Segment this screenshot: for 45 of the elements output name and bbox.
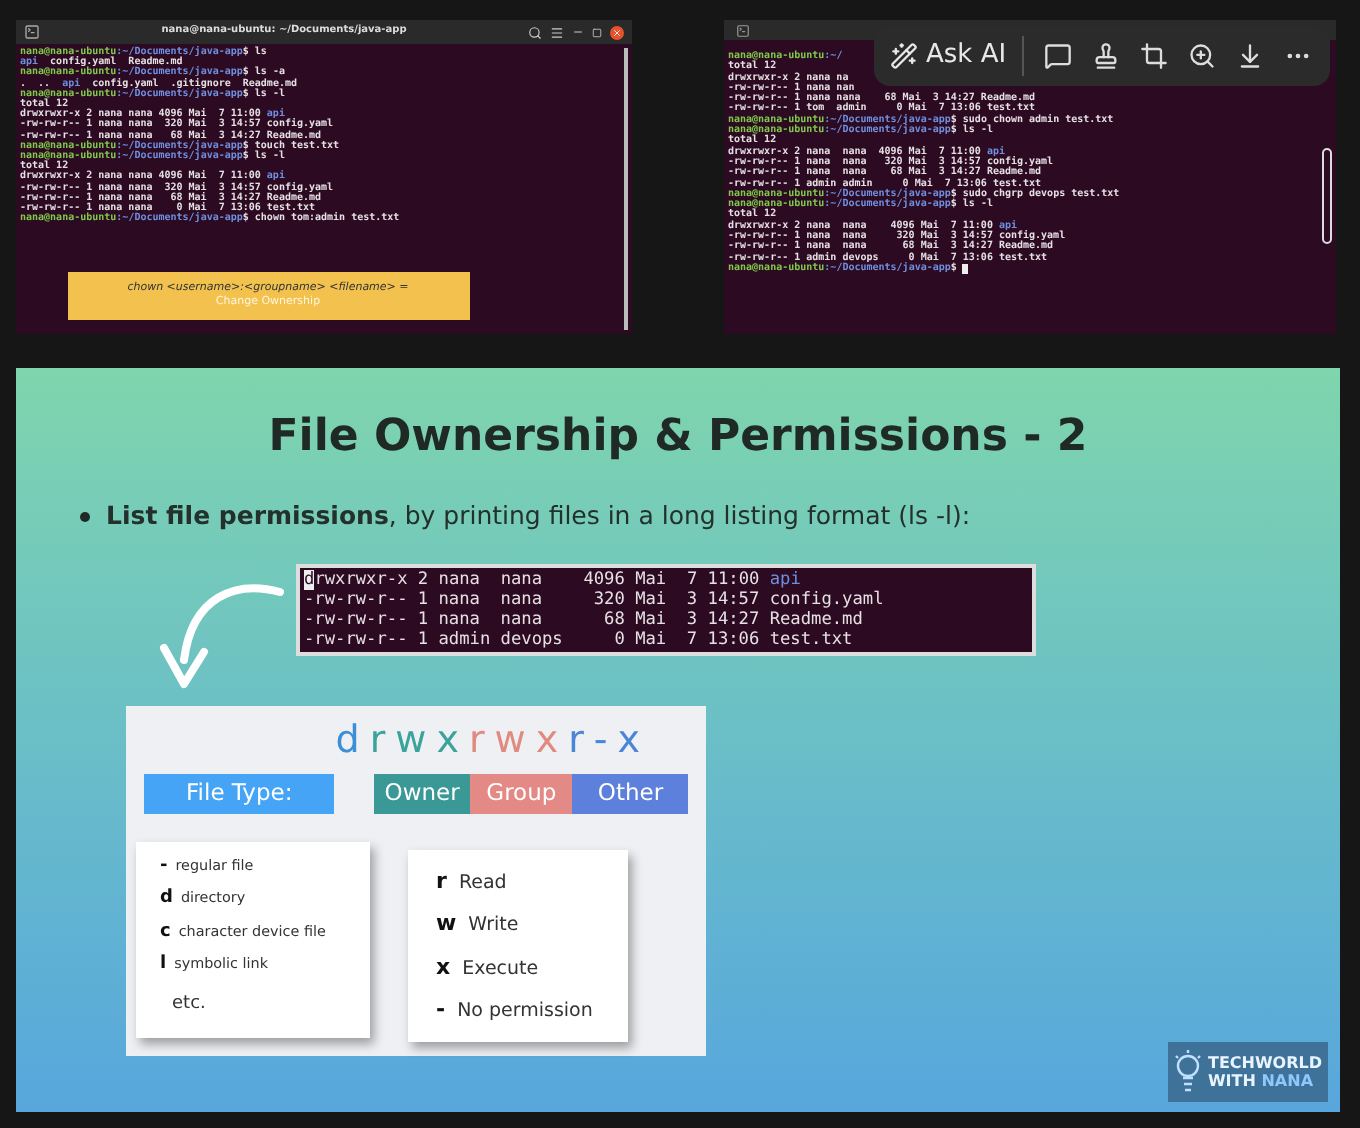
permission-letter: x <box>436 717 459 762</box>
scrollbar[interactable] <box>1322 148 1332 244</box>
permission-letter: w <box>395 717 427 762</box>
menu-icon[interactable] <box>550 25 564 39</box>
category-label: File Type: <box>144 773 335 814</box>
bullet-text: List file permissions, by printing files in a long listing format (ls -l): <box>106 498 971 534</box>
stamp-icon[interactable] <box>1092 42 1121 70</box>
ask-ai-button[interactable]: Ask AI <box>890 36 1025 76</box>
bullet-icon <box>80 511 90 522</box>
permission-letter: w <box>494 717 526 762</box>
logo-text: TECHWORLD <box>1207 1054 1322 1072</box>
permission-letter: - <box>593 717 608 762</box>
maximize-icon[interactable] <box>592 27 602 37</box>
logo-text: WITH NANA <box>1207 1072 1316 1090</box>
minimize-icon[interactable] <box>572 26 584 38</box>
scrollbar[interactable] <box>624 48 628 330</box>
listing-line: -rw-rw-r-- 1 nana nana 320 Mai 3 14:57 config.yaml <box>304 589 884 610</box>
listing-line: -rw-rw-r-- 1 nana nana 68 Mai 3 14:27 Readme.md <box>304 609 863 630</box>
permission-letter: d <box>335 717 360 762</box>
crop-icon[interactable] <box>1140 42 1169 70</box>
permission-letter: r <box>568 717 584 762</box>
category-label: Group <box>469 773 573 814</box>
category-label: Other <box>572 773 689 814</box>
close-button[interactable] <box>610 25 624 39</box>
permission-letter: x <box>535 717 559 762</box>
permission-letter: r <box>468 717 485 762</box>
zoom-in-icon[interactable] <box>1188 42 1217 70</box>
permission-letter: r <box>369 717 386 762</box>
comment-icon[interactable] <box>1044 42 1073 70</box>
search-icon[interactable] <box>528 25 542 39</box>
terminal-icon[interactable] <box>736 23 750 37</box>
download-icon[interactable] <box>1236 42 1265 70</box>
lightbulb-icon <box>1174 1048 1202 1096</box>
sparkle-icon <box>890 42 918 70</box>
legend-item: r Read <box>436 865 509 898</box>
legend-item: - No permission <box>436 994 595 1027</box>
slide-title: File Ownership & Permissions - 2 <box>266 410 1090 466</box>
category-label: Owner <box>374 773 470 814</box>
permission-letter: x <box>617 717 640 762</box>
legend-item: w Write <box>436 908 521 941</box>
listing-line: d rwxrwxr-x 2 nana nana 4096 Mai 7 11:00 api <box>304 569 801 590</box>
terminal-icon[interactable] <box>24 24 40 40</box>
listing-line: -rw-rw-r-- 1 admin devops 0 Mai 7 13:06 test.txt <box>304 629 853 650</box>
legend-item: x Execute <box>436 951 541 984</box>
legend-note: etc. <box>172 991 208 1018</box>
